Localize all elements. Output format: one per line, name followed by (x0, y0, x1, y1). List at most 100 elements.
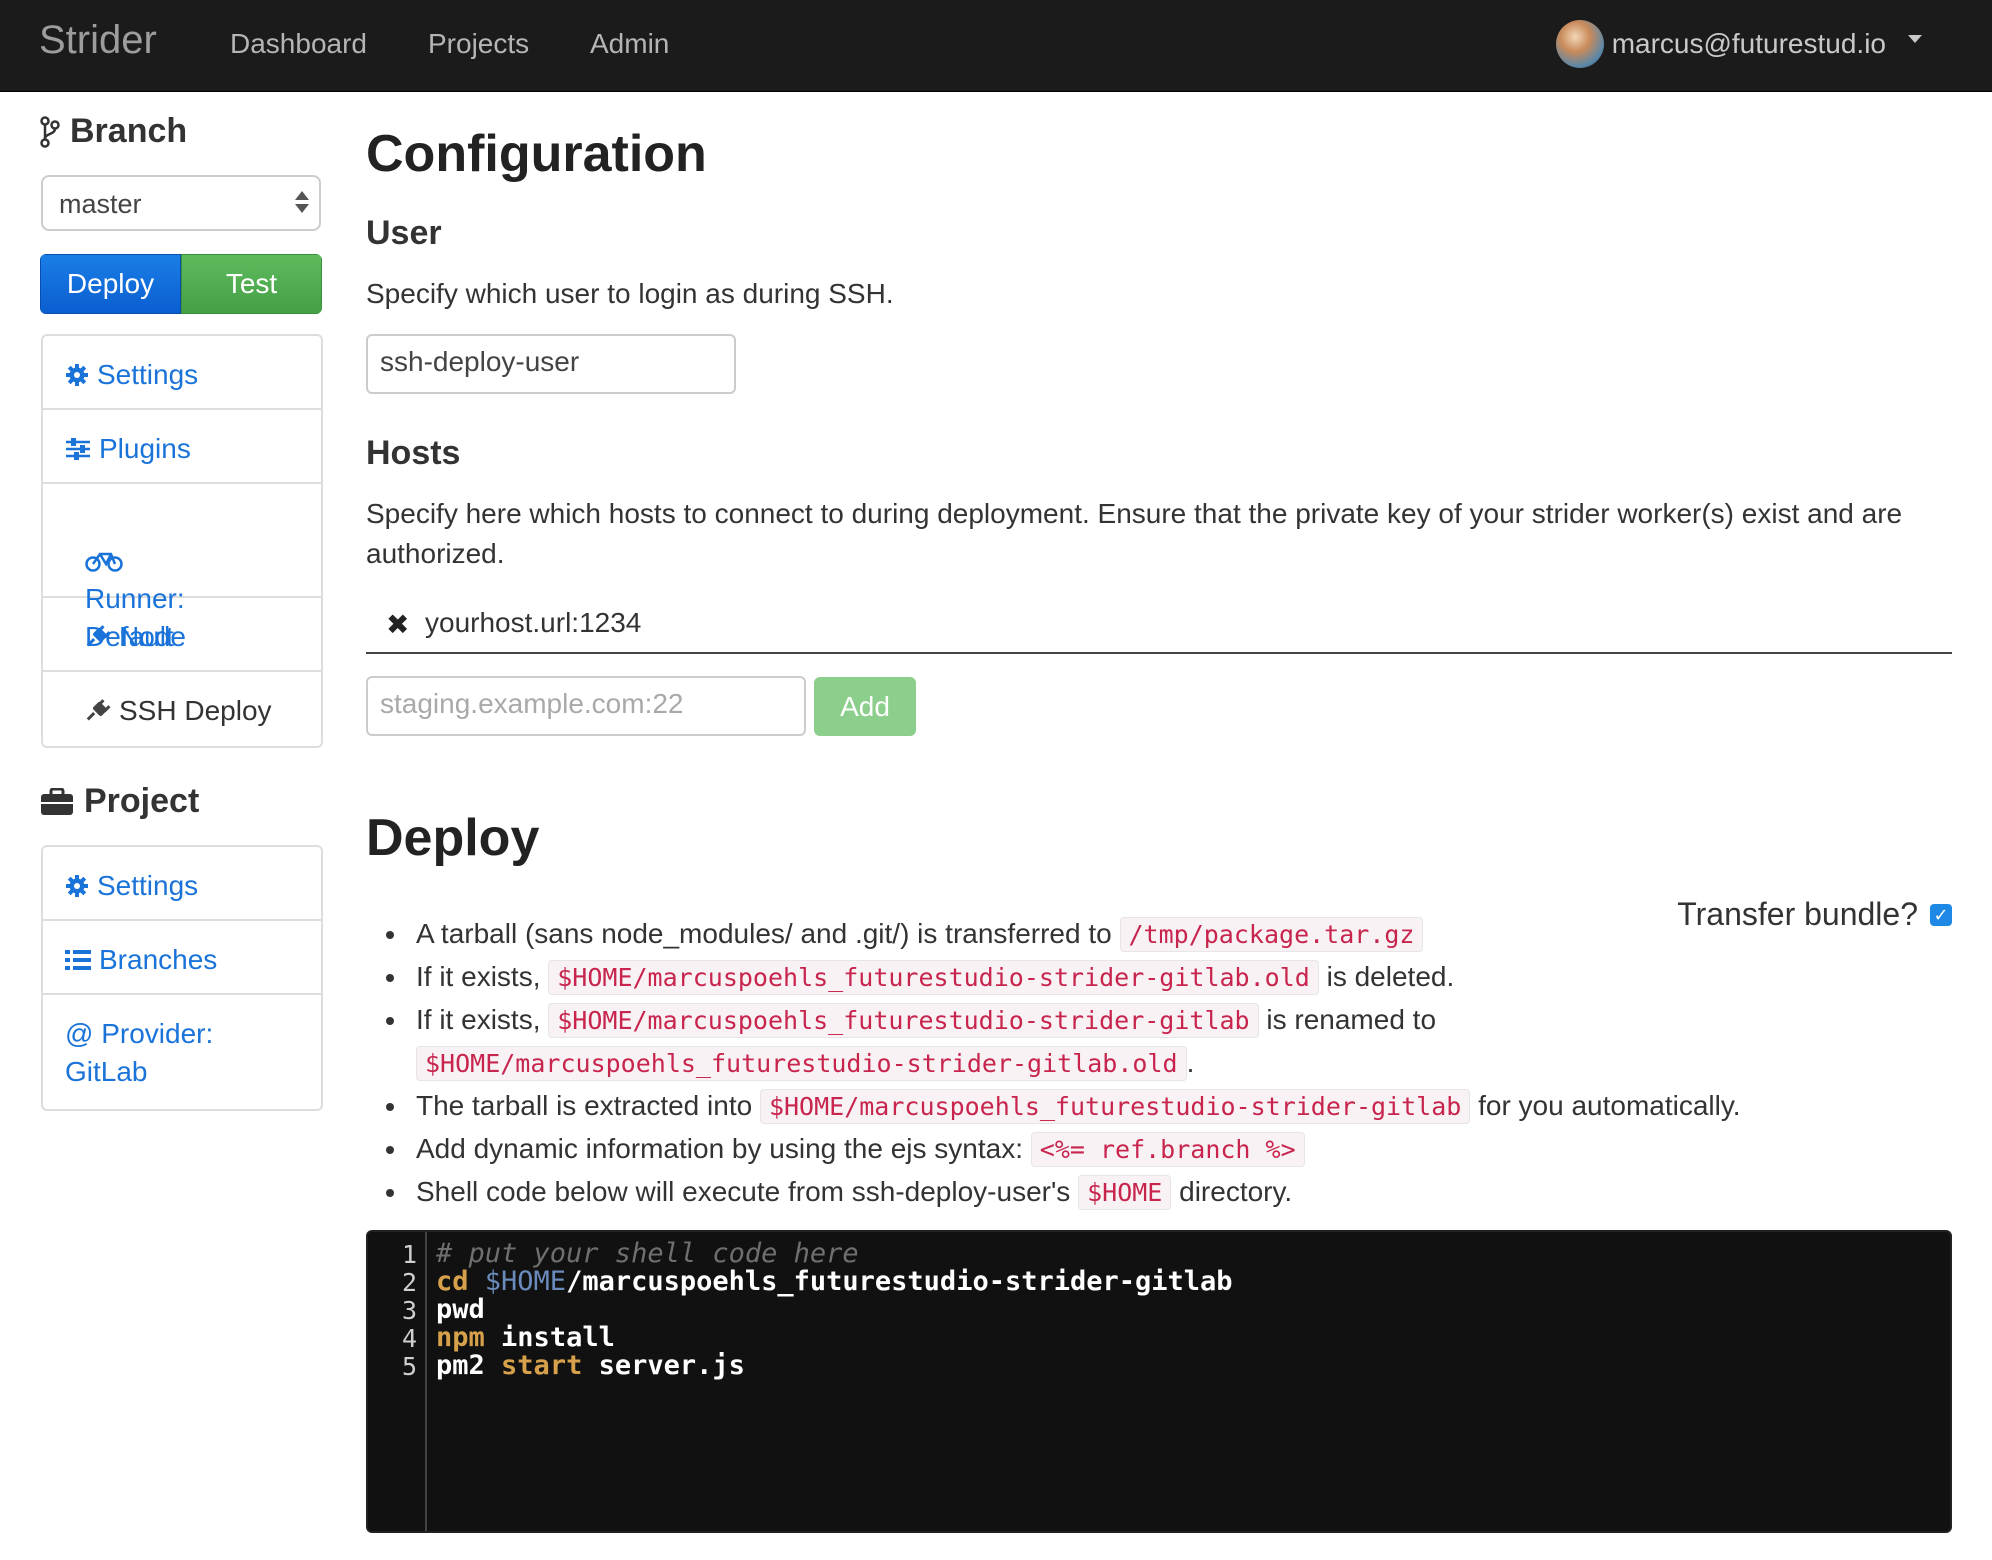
list-icon (65, 941, 91, 979)
bullet-code: <%= ref.branch %> (1030, 1132, 1305, 1167)
list-item: If it exists, $HOME/marcuspoehls_futures… (386, 956, 1986, 999)
sidebar-item-label: Settings (97, 870, 199, 901)
sidebar-item-branches[interactable]: Branches (43, 921, 321, 995)
deploy-button[interactable]: Deploy (40, 254, 181, 314)
code-token: install (501, 1322, 615, 1353)
code-keyword: npm (436, 1322, 485, 1353)
line-number: 3 (401, 1296, 417, 1325)
sidebar-item-label: Branches (99, 944, 218, 975)
bullet-code: $HOME/marcuspoehls_futurestudio-strider-… (548, 960, 1319, 995)
plug-icon (85, 692, 111, 730)
remove-host-icon[interactable]: ✖ (386, 608, 409, 641)
code-line-3: pwd (436, 1294, 485, 1325)
gear-icon (65, 356, 89, 394)
line-number: 5 (401, 1352, 417, 1381)
hosts-heading: Hosts (366, 434, 461, 472)
sidebar-item-label: SSH Deploy (119, 695, 272, 726)
branch-icon (40, 115, 60, 148)
sidebar-item-ssh-deploy[interactable]: SSH Deploy (43, 672, 321, 746)
bullet-text: If it exists, (416, 1004, 549, 1035)
sidebar-item-plugins[interactable]: Plugins (43, 410, 321, 484)
bullet-code: $HOME (1078, 1175, 1172, 1210)
branch-select[interactable]: master (41, 175, 321, 231)
sliders-icon (65, 430, 91, 468)
nav-projects[interactable]: Projects (428, 28, 529, 60)
code-comment: # put your shell code here (436, 1238, 859, 1269)
bullet-text: for you automatically. (1470, 1090, 1741, 1121)
add-host-button[interactable]: Add (814, 677, 916, 736)
code-line-5: pm2 start server.js (436, 1350, 745, 1381)
user-heading: User (366, 214, 442, 252)
project-heading: Project (40, 782, 199, 821)
brand-logo[interactable]: Strider (39, 18, 157, 63)
branch-menu: Settings Plugins Runner: Default Node SS… (41, 334, 323, 748)
list-item: The tarball is extracted into $HOME/marc… (386, 1085, 1986, 1128)
bullet-text: . (1186, 1047, 1195, 1078)
code-token: pwd (436, 1294, 485, 1325)
sidebar-item-label: Settings (97, 359, 199, 390)
caret-down-icon (1908, 35, 1922, 43)
bullet-text: Add dynamic information by using the ejs… (416, 1133, 1031, 1164)
code-variable: $HOME (484, 1266, 567, 1297)
sidebar-item-label: Plugins (99, 433, 191, 464)
bullet-text: A tarball (sans node_modules/ and .git/)… (416, 918, 1120, 949)
sidebar-item-runner[interactable]: Runner: Default (43, 484, 321, 652)
bullet-text: Shell code below will execute from ssh-d… (416, 1176, 1079, 1207)
branch-heading: Branch (40, 112, 187, 151)
code-keyword: cd (436, 1266, 469, 1297)
host-row: ✖ yourhost.url:1234 (366, 598, 1952, 654)
select-arrows-icon (295, 191, 309, 213)
branch-select-value: master (59, 189, 142, 219)
shell-code-editor[interactable]: 1 2 3 4 5 # put your shell code here cd … (366, 1230, 1952, 1533)
list-item: A tarball (sans node_modules/ and .git/)… (386, 913, 1986, 956)
nav-dashboard[interactable]: Dashboard (230, 28, 367, 60)
plug-icon (85, 618, 111, 656)
ssh-user-input[interactable]: ssh-deploy-user (366, 334, 736, 394)
briefcase-icon (41, 787, 73, 815)
list-item: If it exists, $HOME/marcuspoehls_futures… (386, 999, 1986, 1085)
line-number: 2 (401, 1268, 417, 1297)
bullet-code: $HOME/marcuspoehls_futurestudio-strider-… (416, 1046, 1187, 1081)
line-number: 1 (401, 1240, 417, 1269)
bullet-text: is renamed to (1258, 1004, 1437, 1035)
code-line-2: cd $HOME/marcuspoehls_futurestudio-strid… (436, 1266, 1233, 1297)
bullet-code: /tmp/package.tar.gz (1119, 917, 1424, 952)
sidebar-item-label: @ Provider: GitLab (65, 1018, 214, 1087)
avatar (1555, 20, 1604, 68)
project-menu: Settings Branches @ Provider: GitLab (41, 845, 323, 1111)
host-value: yourhost.url:1234 (425, 607, 642, 638)
bicycle-icon (85, 552, 123, 572)
sidebar-item-project-settings[interactable]: Settings (43, 847, 321, 921)
editor-gutter: 1 2 3 4 5 (368, 1232, 427, 1531)
new-host-placeholder: staging.example.com:22 (380, 688, 684, 719)
new-host-input[interactable]: staging.example.com:22 (366, 676, 806, 736)
bullet-text: directory. (1171, 1176, 1293, 1207)
test-button[interactable]: Test (181, 254, 322, 314)
code-token: /marcuspoehls_futurestudio-strider-gitla… (566, 1266, 1233, 1297)
deploy-heading: Deploy (366, 809, 540, 867)
user-menu[interactable]: marcus@futurestud.io (1555, 20, 1922, 68)
navbar: Strider Dashboard Projects Admin marcus@… (0, 0, 1992, 92)
bullet-text: is deleted. (1318, 961, 1455, 992)
bullet-code: $HOME/marcuspoehls_futurestudio-strider-… (548, 1003, 1259, 1038)
bullet-text: If it exists, (416, 961, 549, 992)
code-token: pm2 (436, 1350, 485, 1381)
branch-heading-label: Branch (70, 112, 188, 150)
code-line-1: # put your shell code here (436, 1238, 859, 1269)
list-item: Add dynamic information by using the ejs… (386, 1128, 1986, 1171)
bullet-text: The tarball is extracted into (416, 1090, 760, 1121)
gear-icon (65, 867, 89, 905)
user-email: marcus@futurestud.io (1611, 28, 1886, 59)
nav-admin[interactable]: Admin (590, 28, 669, 60)
sidebar-item-provider[interactable]: @ Provider: GitLab (43, 995, 321, 1109)
page-title: Configuration (366, 125, 707, 183)
action-button-group: Deploy Test (40, 254, 322, 314)
ssh-user-value: ssh-deploy-user (380, 346, 580, 377)
sidebar-item-settings[interactable]: Settings (43, 336, 321, 410)
line-number: 4 (401, 1324, 417, 1353)
bullet-code: $HOME/marcuspoehls_futurestudio-strider-… (759, 1089, 1471, 1124)
